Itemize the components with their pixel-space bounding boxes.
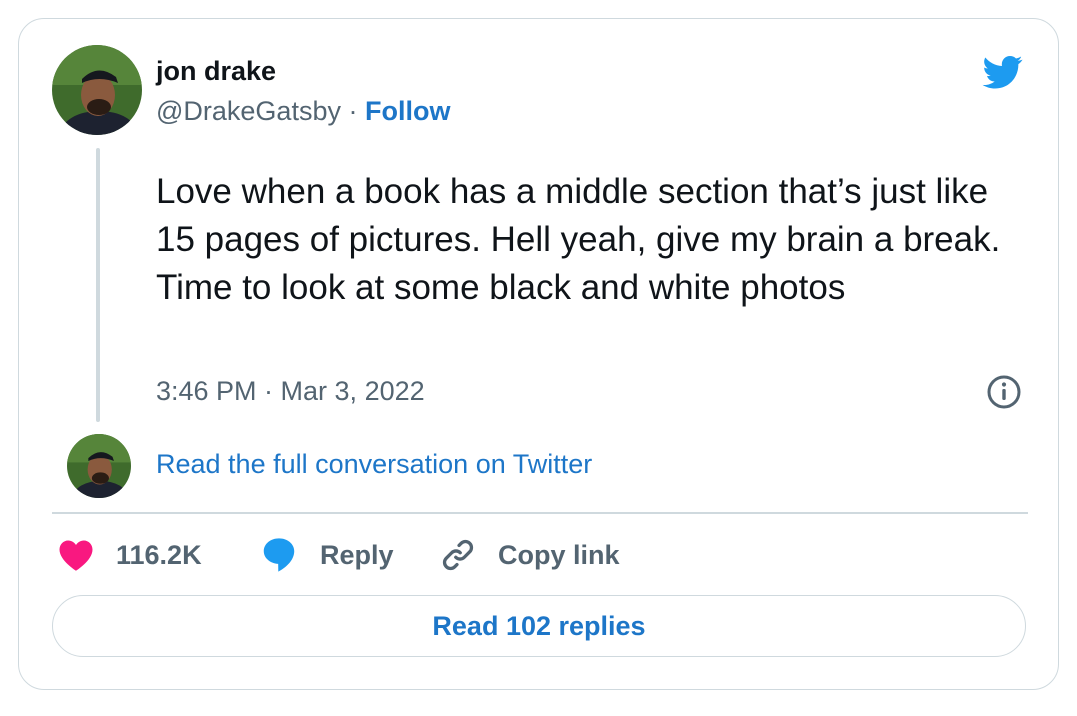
tweet-timestamp[interactable]: 3:46 PM · Mar 3, 2022: [156, 376, 425, 407]
thread-line: [96, 148, 100, 422]
copy-link-label: Copy link: [498, 539, 620, 570]
read-replies-button[interactable]: Read 102 replies: [52, 595, 1026, 657]
link-icon: [442, 539, 474, 571]
reply-label: Reply: [320, 539, 394, 570]
author-handle[interactable]: @DrakeGatsby: [156, 96, 341, 126]
heart-icon: [59, 540, 93, 571]
reply-bubble-icon: [263, 538, 295, 572]
handle-separator: ·: [340, 96, 365, 126]
info-icon[interactable]: [986, 374, 1022, 410]
like-button[interactable]: 116.2K: [58, 537, 202, 573]
reply-button[interactable]: Reply: [262, 537, 394, 573]
tweet-text: Love when a book has a middle section th…: [156, 172, 1001, 307]
divider: [52, 512, 1028, 514]
author-handle-row: @DrakeGatsby · Follow: [156, 96, 450, 127]
read-full-conversation-link[interactable]: Read the full conversation on Twitter: [156, 449, 592, 480]
twitter-bird-icon[interactable]: [978, 52, 1028, 92]
author-name[interactable]: jon drake: [156, 56, 276, 87]
like-count: 116.2K: [116, 539, 202, 570]
author-avatar-small[interactable]: [67, 434, 131, 498]
author-avatar[interactable]: [52, 45, 142, 135]
follow-button[interactable]: Follow: [365, 96, 450, 126]
copy-link-button[interactable]: Copy link: [440, 537, 620, 573]
